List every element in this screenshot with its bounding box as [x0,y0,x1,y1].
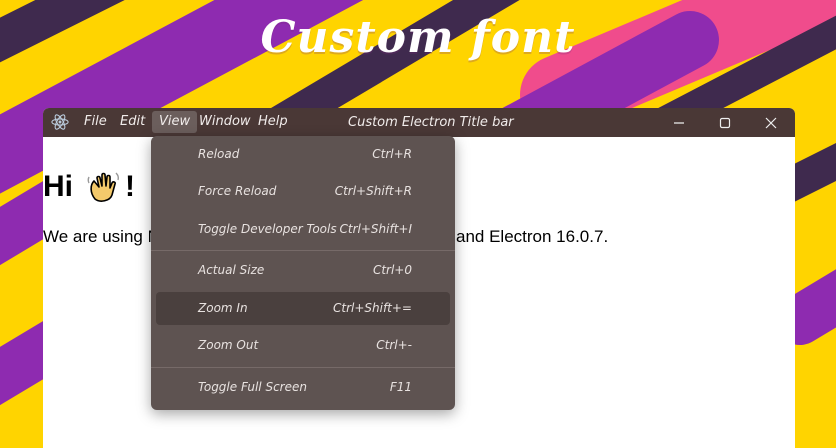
menu-item-shortcut: Ctrl+R [372,147,412,161]
menu-item-label: Actual Size [198,263,265,277]
menu-item-actual-size[interactable]: Actual Size Ctrl+0 [156,254,450,287]
menu-item-label: Toggle Full Screen [198,380,307,394]
greeting-heading: Hi ! [43,169,135,205]
menu-item-shortcut: F11 [389,380,412,394]
waving-hand-icon [87,172,120,202]
menu-view[interactable]: View [152,111,198,133]
menu-item-label: Zoom In [198,301,248,315]
versions-text-end: and Electron 16.0.7. [456,227,609,246]
menu-item-shortcut: Ctrl+Shift+= [332,301,412,315]
menu-item-shortcut: Ctrl+- [376,338,412,352]
menu-item-label: Force Reload [198,184,277,198]
menu-item-zoom-in[interactable]: Zoom In Ctrl+Shift+= [156,292,450,325]
maximize-button[interactable] [702,108,748,137]
title-bar: File Edit View Window Help Custom Electr… [43,108,795,137]
hero-title: Custom font [260,12,576,63]
menu-file[interactable]: File [77,111,114,133]
minimize-icon [674,121,684,124]
menu-item-toggle-fullscreen[interactable]: Toggle Full Screen F11 [156,371,450,404]
versions-text-start: We are using N [43,227,160,246]
menu-item-zoom-out[interactable]: Zoom Out Ctrl+- [156,329,450,362]
electron-logo-icon [51,114,69,130]
menu-item-shortcut: Ctrl+0 [372,263,412,277]
menu-item-force-reload[interactable]: Force Reload Ctrl+Shift+R [156,175,450,208]
close-icon [765,117,777,128]
greeting-exclamation: ! [125,170,135,203]
window-title: Custom Electron Title bar [348,115,514,130]
close-button[interactable] [748,108,794,137]
menu-item-label: Zoom Out [198,338,259,352]
greeting-text: Hi [43,170,73,203]
maximize-icon [719,117,731,128]
menu-item-label: Reload [198,147,240,161]
menu-window[interactable]: Window [192,111,258,133]
minimize-button[interactable] [656,108,702,137]
menu-help[interactable]: Help [251,111,295,133]
menu-item-shortcut: Ctrl+Shift+I [339,222,413,236]
menu-item-label: Toggle Developer Tools [198,222,337,236]
menu-item-reload[interactable]: Reload Ctrl+R [156,138,450,171]
menu-separator [151,367,455,368]
menu-item-shortcut: Ctrl+Shift+R [334,184,412,198]
menu-edit[interactable]: Edit [113,111,152,133]
menu-item-toggle-devtools[interactable]: Toggle Developer Tools Ctrl+Shift+I [156,213,450,246]
menu-separator [151,250,455,251]
view-menu-dropdown: Reload Ctrl+R Force Reload Ctrl+Shift+R … [151,136,455,410]
